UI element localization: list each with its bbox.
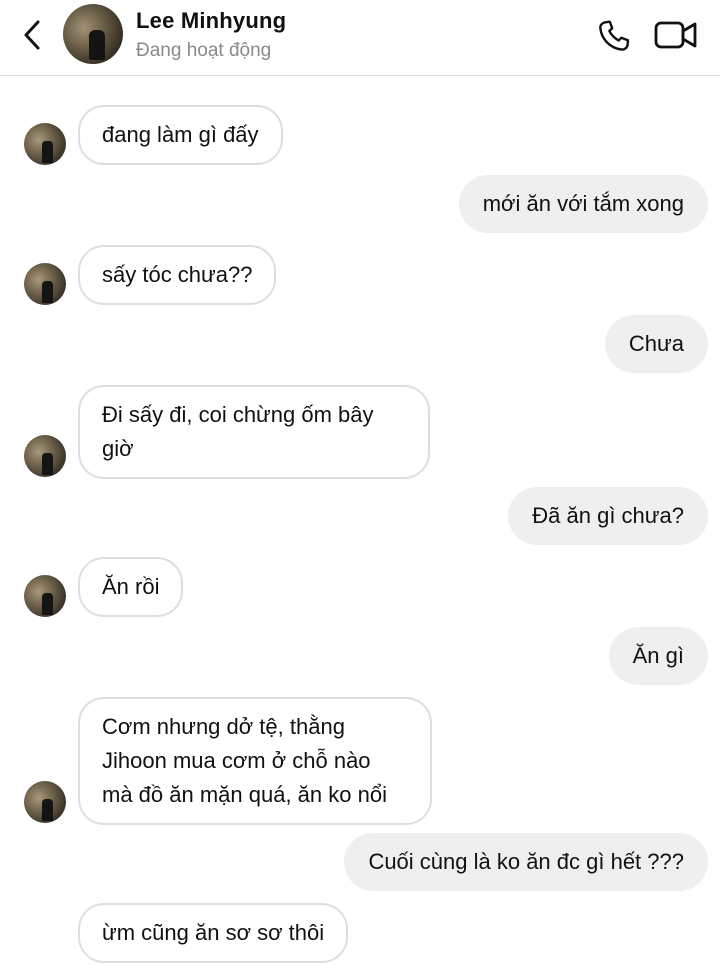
sender-avatar[interactable] [24, 575, 66, 617]
video-call-button[interactable] [654, 18, 698, 52]
message-line: Đi sấy đi, coi chừng ốm bây [102, 402, 374, 427]
contact-status: Đang hoạt động [136, 40, 272, 61]
message-line: giờ [102, 436, 134, 461]
sender-avatar[interactable] [24, 123, 66, 165]
sent-message[interactable]: Đã ăn gì chưa? [508, 487, 708, 545]
received-message[interactable]: Cơm nhưng dở tệ, thằng Jihoon mua cơm ở … [78, 697, 432, 825]
back-button[interactable] [18, 18, 48, 52]
voice-call-button[interactable] [596, 18, 632, 54]
phone-icon [599, 20, 630, 51]
received-message[interactable]: ừm cũng ăn sơ sơ thôi [78, 903, 349, 963]
sender-avatar[interactable] [24, 435, 66, 477]
video-camera-icon [654, 21, 697, 49]
contact-name[interactable]: Lee Minhyung [136, 8, 286, 34]
received-message[interactable]: sấy tóc chưa?? [78, 245, 277, 305]
received-message[interactable]: Đi sấy đi, coi chừng ốm bây giờ [78, 385, 430, 479]
sent-message[interactable]: Chưa [604, 315, 708, 373]
sent-message[interactable]: Ăn gì [608, 627, 708, 685]
message-line: Cơm nhưng dở tệ, thằng [102, 714, 345, 739]
received-message[interactable]: Ăn rồi [78, 557, 184, 617]
sent-message[interactable]: mới ăn với tắm xong [458, 175, 708, 233]
sent-message[interactable]: Cuối cùng là ko ăn đc gì hết ??? [344, 833, 708, 891]
message-line: mà đồ ăn mặn quá, ăn ko nổi [102, 782, 387, 807]
contact-avatar[interactable] [63, 4, 123, 64]
chevron-left-icon [24, 20, 40, 50]
sender-avatar[interactable] [24, 263, 66, 305]
sender-avatar[interactable] [24, 781, 66, 823]
message-line: Jihoon mua cơm ở chỗ nào [102, 748, 371, 773]
received-message[interactable]: đang làm gì đấy [78, 105, 283, 165]
chat-header: Lee Minhyung Đang hoạt động [0, 0, 720, 76]
